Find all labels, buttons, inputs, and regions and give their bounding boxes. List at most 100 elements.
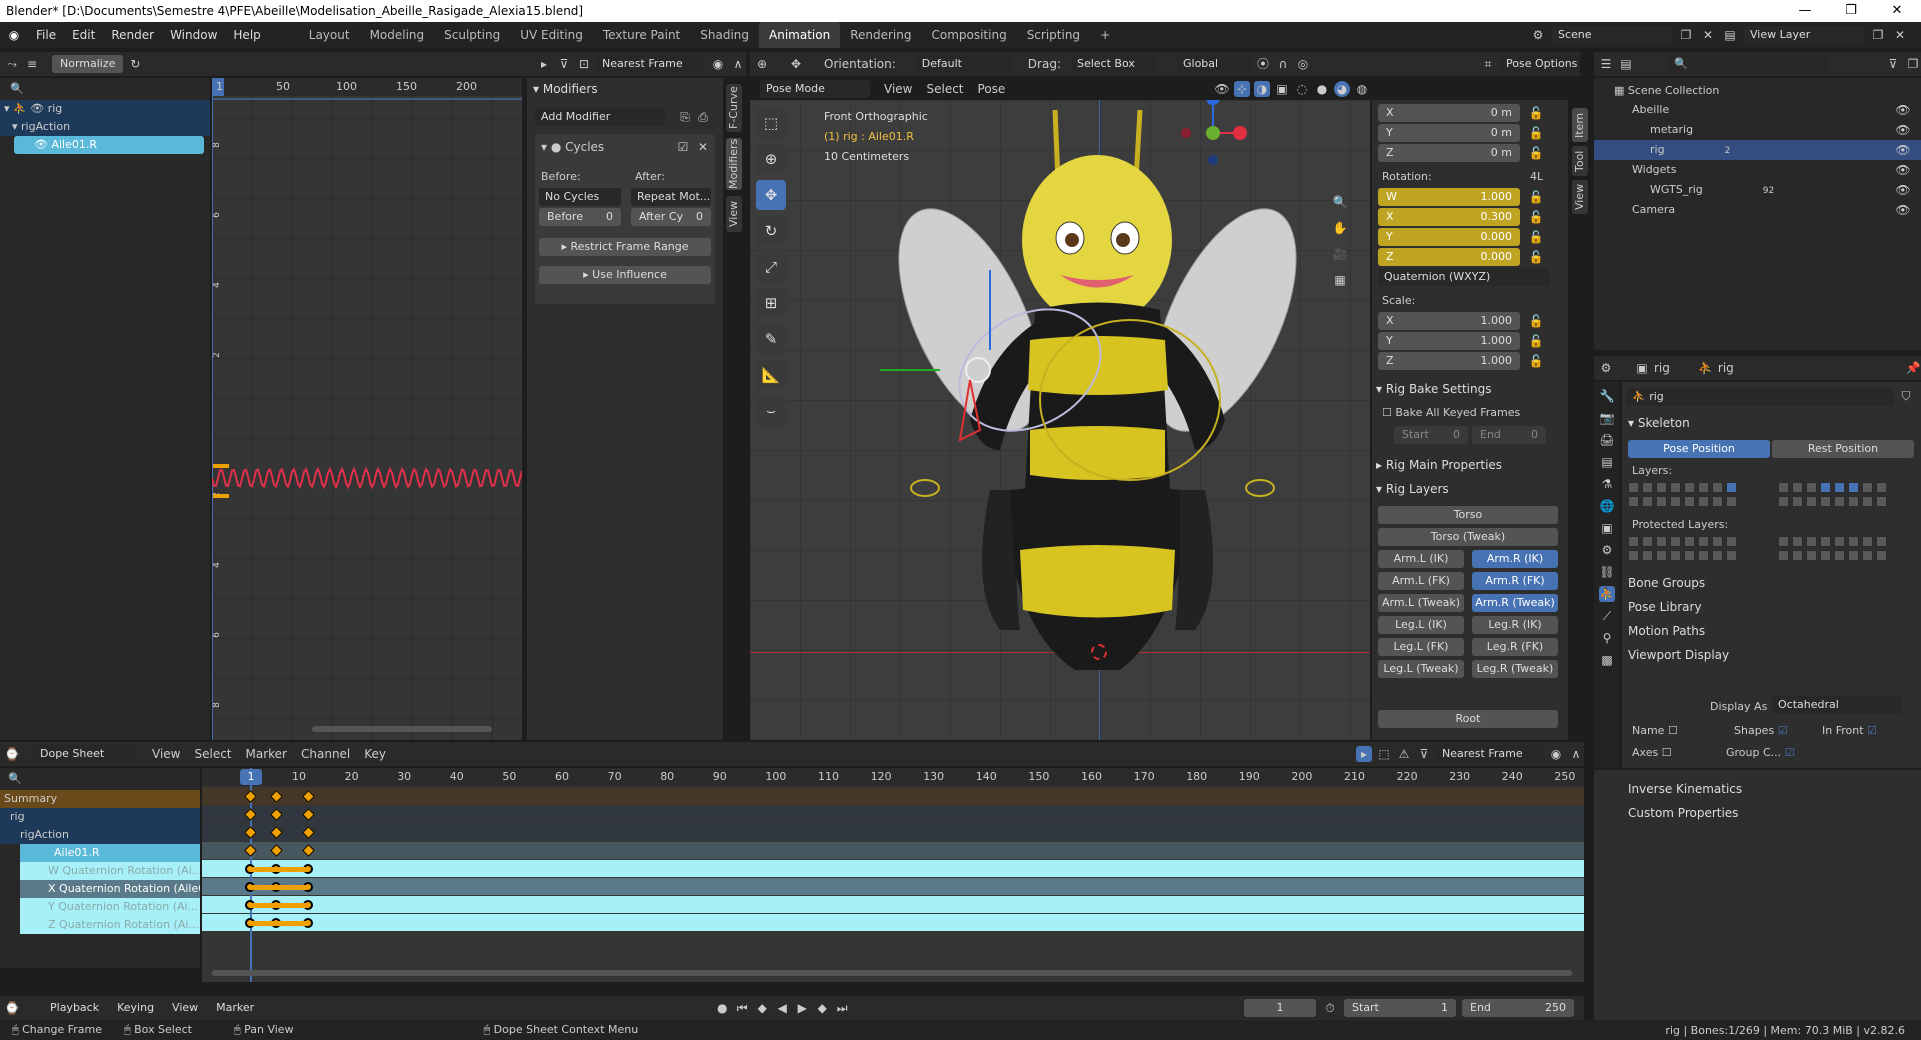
layer-button-leg-r-ik-[interactable]: Leg.R (IK) [1472,616,1558,634]
pin-icon[interactable]: 📌 [1905,360,1921,376]
bone-layer-toggle[interactable] [1820,536,1831,547]
dopesheet-search-input[interactable]: 🔍 [2,770,198,788]
normalize-toggle[interactable]: Normalize [52,55,124,73]
rotation-y[interactable]: Y 0.000 [1378,228,1520,246]
ds-proportional-icon[interactable]: ◉ [1548,746,1564,762]
xray-icon[interactable]: ▣ [1274,81,1290,97]
bone-constraints-tab-icon[interactable]: ⚲ [1599,630,1615,646]
world-tab-icon[interactable]: 🌐 [1599,498,1615,514]
pan-hand-icon[interactable]: ✋ [1332,220,1348,236]
tab-rendering[interactable]: Rendering [840,22,921,48]
dopesheet-editor-icon[interactable]: ⌚ [4,746,20,762]
armature-name-field[interactable]: ⛹ rig [1626,388,1894,406]
dopesheet-channel-row[interactable]: Aile01.R [20,844,200,862]
bone-layer-toggle[interactable] [1628,550,1639,561]
bone-layer-toggle[interactable] [1628,482,1639,493]
bone-layer-toggle[interactable] [1712,496,1723,507]
dopesheet-menu-view[interactable]: View [152,747,180,761]
timeline-menu-keying[interactable]: Keying [111,999,160,1017]
dopesheet-mode-dropdown[interactable]: Dope Sheet [34,745,134,763]
bone-layer-toggle[interactable] [1792,482,1803,493]
section-bone-groups[interactable]: Bone Groups [1628,576,1705,590]
bone-layer-toggle[interactable] [1698,550,1709,561]
bee-character-model[interactable] [880,100,1300,710]
scale-x[interactable]: X 1.000 [1378,312,1520,330]
modifier-remove-icon[interactable]: ✕ [695,139,711,155]
show-hidden-icon[interactable]: ⬚ [1376,746,1392,762]
rig-main-properties-header[interactable]: ▸ Rig Main Properties [1376,458,1502,472]
graph-interpolation-dropdown[interactable]: Nearest Frame [596,55,706,73]
navigation-gizmo[interactable] [1170,100,1250,170]
dopesheet-channel-row[interactable]: X Quaternion Rotation (Aile0... [20,880,200,898]
location-y[interactable]: Y 0 m [1378,124,1520,142]
tab-view[interactable]: View [1572,180,1588,214]
before-mode-dropdown[interactable]: No Cycles [539,188,621,206]
bone-layer-toggle[interactable] [1670,496,1681,507]
viewport-menu-pose[interactable]: Pose [978,82,1006,96]
bone-layer-toggle[interactable] [1726,550,1737,561]
outliner-item-metarig[interactable]: metarig 👁 [1594,120,1921,140]
bake-end-field[interactable]: End 0 [1472,426,1546,444]
paste-modifier-icon[interactable]: ⎙ [695,109,711,125]
play-reverse-icon[interactable]: ◀ [774,1000,790,1016]
bone-layer-toggle[interactable] [1698,496,1709,507]
location-z[interactable]: Z 0 m [1378,144,1520,162]
bone-layer-toggle[interactable] [1862,482,1873,493]
xray-bone-icon[interactable]: ⌗ [1480,56,1496,72]
torso-layer-button[interactable]: Torso [1378,506,1558,524]
bone-layer-toggle[interactable] [1726,482,1737,493]
bone-layer-toggle[interactable] [1834,550,1845,561]
scene-selector[interactable]: Scene [1552,26,1672,44]
tab-fcurve[interactable]: F-Curve [726,84,742,132]
outliner-eye-icon[interactable]: 👁 [1895,182,1911,198]
bake-all-checkbox[interactable]: ☐ Bake All Keyed Frames [1382,406,1520,419]
rotation-lock-icon[interactable]: 🔓 [1528,249,1544,265]
bone-layer-toggle[interactable] [1712,550,1723,561]
rotate-tool-icon[interactable]: ↻ [756,216,786,246]
dopesheet-interpolation-dropdown[interactable]: Nearest Frame [1436,745,1544,763]
outliner-item-abeille[interactable]: Abeille 👁 [1594,100,1921,120]
outliner-eye-icon[interactable]: 👁 [1895,102,1911,118]
torso-tweak-layer-button[interactable]: Torso (Tweak) [1378,528,1558,546]
view-layer-selector[interactable]: View Layer [1744,26,1864,44]
layer-button-arm-r-ik-[interactable]: Arm.R (IK) [1472,550,1558,568]
axes-checkbox[interactable]: Axes ☐ [1632,746,1672,759]
rotation-lock-icon[interactable]: 🔓 [1528,189,1544,205]
properties-editor-icon[interactable]: ⚙ [1598,360,1614,376]
scene-remove-icon[interactable]: ✕ [1700,27,1716,43]
layer-button-leg-l-ik-[interactable]: Leg.L (IK) [1378,616,1464,634]
fake-user-shield-icon[interactable]: ⛉ [1898,388,1914,404]
current-frame-field[interactable]: 1 [1244,999,1316,1017]
bone-layer-toggle[interactable] [1778,536,1789,547]
name-checkbox[interactable]: Name ☐ [1632,724,1678,737]
bone-layer-toggle[interactable] [1656,550,1667,561]
overlay-icon[interactable]: ◑ [1254,81,1270,97]
bone-layer-toggle[interactable] [1684,496,1695,507]
skeleton-section-header[interactable]: ▾ Skeleton [1628,416,1690,430]
after-cycles-field[interactable]: After Cy 0 [631,208,711,226]
output-tab-icon[interactable]: 🖨 [1599,432,1615,448]
view-layer-new-icon[interactable]: ❐ [1870,27,1886,43]
dopesheet-h-scrollbar[interactable] [212,970,1572,976]
dopesheet-menu-channel[interactable]: Channel [301,747,350,761]
tab-animation[interactable]: Animation [759,22,841,48]
gizmo-icon[interactable]: ⊹ [1234,81,1250,97]
only-selected-icon[interactable]: ▸ [1356,746,1372,762]
rotation-lock-icon[interactable]: 🔓 [1528,229,1544,245]
layer-button-arm-l-ik-[interactable]: Arm.L (IK) [1378,550,1464,568]
bone-layer-toggle[interactable] [1792,496,1803,507]
section-inverse-kinematics[interactable]: Inverse Kinematics [1628,782,1742,796]
material-shading-icon[interactable]: ◕ [1334,81,1350,97]
bone-layer-toggle[interactable] [1670,550,1681,561]
bone-layer-toggle[interactable] [1876,482,1887,493]
bone-layer-toggle[interactable] [1834,536,1845,547]
3d-cursor-icon[interactable] [1091,644,1107,660]
current-frame-indicator[interactable]: 1 [240,769,262,785]
dopesheet-channel-row[interactable]: rig [0,808,200,826]
bone-layer-toggle[interactable] [1792,550,1803,561]
bone-layer-toggle[interactable] [1698,482,1709,493]
bone-layer-toggle[interactable] [1876,496,1887,507]
minimize-button[interactable]: — [1782,0,1828,22]
tab-layout[interactable]: Layout [299,22,360,48]
dopesheet-channel-row[interactable]: Y Quaternion Rotation (Ai... [20,898,200,916]
